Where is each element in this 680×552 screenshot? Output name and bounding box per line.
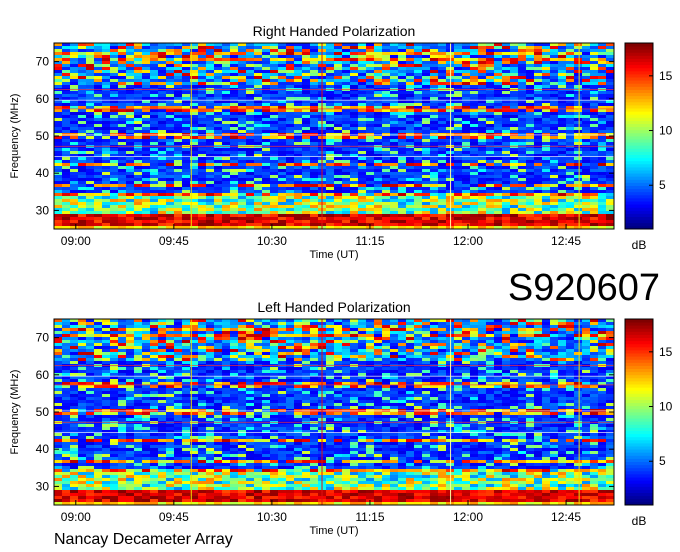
y-tick-label: 40 [36,166,50,180]
colorbar: 5 10 15 dB [624,42,673,252]
heatmap-cells [54,319,615,506]
y-tick-label: 50 [36,405,50,419]
left-polarization-panel: Left Handed Polarization 09:00 09:45 10:30 1… [9,299,673,537]
colorbar-tick-label: 15 [659,345,673,359]
y-tick-label: 30 [36,203,50,217]
y-tick-label: 60 [36,92,50,106]
y-tick-label: 30 [36,479,50,493]
y-tick-label: 40 [36,442,50,456]
heatmap-cells [54,43,615,230]
x-axis-label: Time (UT) [309,525,358,537]
y-tick-label: 70 [36,55,50,69]
x-tick-label: 12:00 [453,234,483,248]
y-tick-label: 60 [36,368,50,382]
y-axis-label: Frequency (MHz) [9,94,21,179]
panel-title: Right Handed Polarization [253,23,416,39]
y-tick-label: 50 [36,129,50,143]
colorbar-tick-label: 10 [659,400,673,414]
y-tick-label: 70 [36,331,50,345]
x-tick-label: 12:45 [551,510,581,524]
colorbar-tick-label: 5 [659,178,666,192]
x-tick-label: 09:00 [61,510,91,524]
spectrogram-figure: Right Handed Polarization 09:00 09:45 10:30… [9,23,673,548]
colorbar-tick-label: 10 [659,124,673,138]
colorbar-label: dB [632,514,647,528]
colorbar-label: dB [632,238,647,252]
x-tick-label: 10:30 [257,234,287,248]
x-tick-label: 11:15 [355,510,384,524]
x-tick-label: 12:00 [453,510,483,524]
colorbar-tick-label: 5 [659,454,666,468]
panel-title: Left Handed Polarization [257,299,410,315]
colorbar-tick-label: 15 [659,69,673,83]
x-tick-label: 09:45 [159,234,189,248]
x-tick-label: 09:00 [61,234,91,248]
observation-id: S920607 [508,267,660,309]
x-axis-label: Time (UT) [309,249,358,261]
colorbar: 5 10 15 dB [624,318,673,528]
x-tick-label: 11:15 [355,234,384,248]
x-tick-label: 10:30 [257,510,287,524]
x-tick-label: 09:45 [159,510,189,524]
right-polarization-panel: Right Handed Polarization 09:00 09:45 10:30… [9,23,673,261]
footer-label: Nancay Decameter Array [54,531,233,548]
y-axis-label: Frequency (MHz) [9,370,21,455]
x-tick-label: 12:45 [551,234,581,248]
